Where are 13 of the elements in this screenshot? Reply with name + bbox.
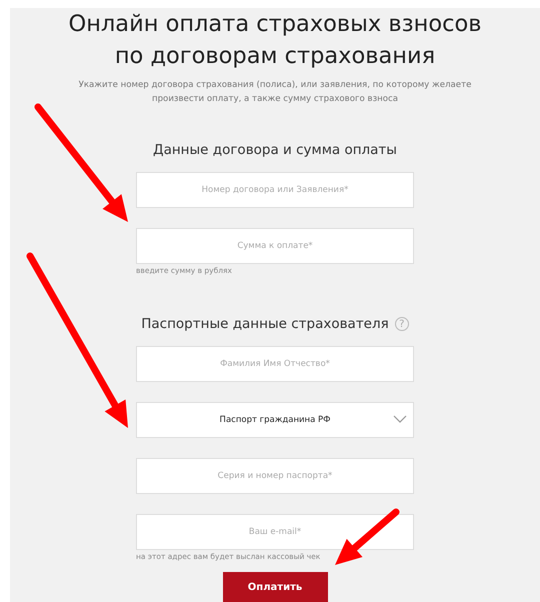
chevron-down-icon <box>393 415 407 424</box>
input-field[interactable]: Серия и номер паспорта* <box>136 458 414 494</box>
input-field[interactable]: Номер договора или Заявления* <box>136 172 414 208</box>
page-title: Онлайн оплата страховых взносов по договорам страхования <box>68 10 482 71</box>
section-heading: Данные договора и сумма оплаты <box>153 141 397 160</box>
input-field[interactable]: Сумма к оплате* <box>136 228 414 264</box>
arrow-drawing <box>335 508 400 565</box>
input-field[interactable]: Фамилия Имя Отчество* <box>136 346 414 382</box>
document-select[interactable]: Паспорт гражданина РФ <box>136 402 414 438</box>
section-heading: Паспортные данные страхователя <box>141 315 389 334</box>
intro-text: Укажите номер договора страхования (полиса), или заявления, по которому желаете произвести оплату, а также сумму страхового взноса <box>78 79 472 106</box>
pay-button[interactable]: Оплатить <box>222 572 328 602</box>
input-field[interactable]: Ваш e-mail* <box>136 514 414 550</box>
